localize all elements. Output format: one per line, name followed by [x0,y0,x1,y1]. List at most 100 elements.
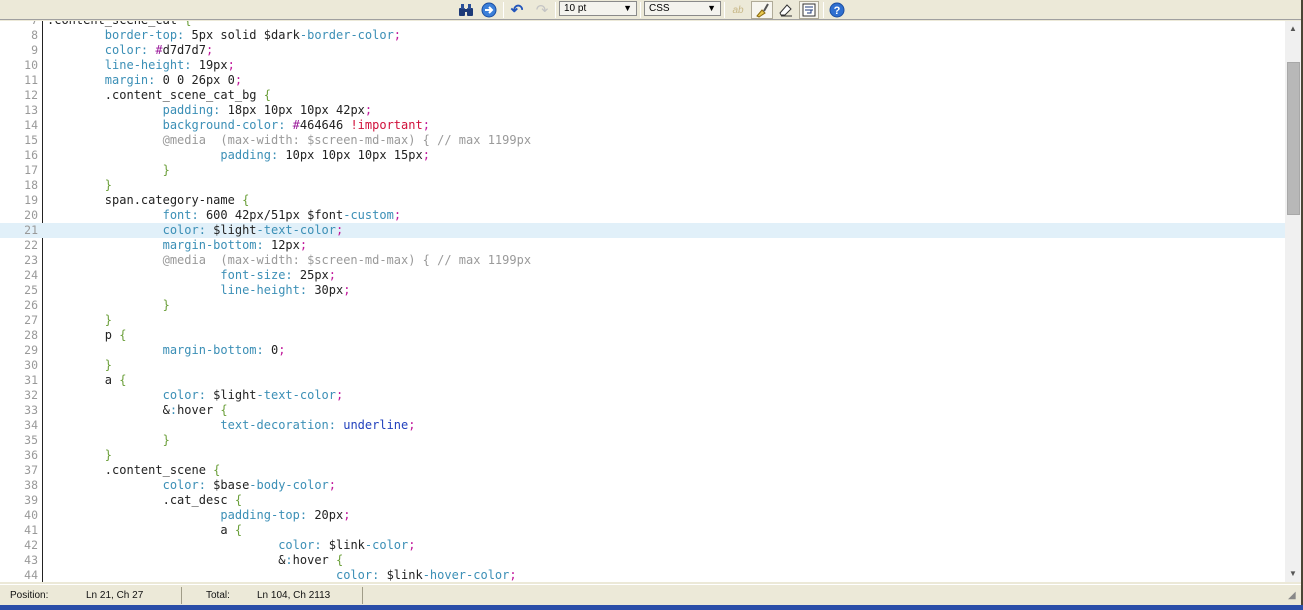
position-value: Ln 21, Ch 27 [86,590,144,601]
code-line[interactable]: 13 padding: 18px 10px 10px 42px; [0,103,1285,118]
code-line[interactable]: 20 font: 600 42px/51px $font-custom; [0,208,1285,223]
spellcheck-icon[interactable]: ab [729,1,747,19]
code-token: 12px [270,238,300,252]
line-number: 25 [24,283,38,297]
code-token: a [220,523,235,537]
code-token: margin-bottom [162,238,257,252]
code-token: .content_scene_cat_bg [104,88,264,102]
code-token: margin [104,73,149,87]
go-to-icon[interactable] [480,1,498,19]
code-token: : [198,223,214,237]
code-line[interactable]: 44 color: $link-hover-color; [0,568,1285,582]
code-line[interactable]: 12 .content_scene_cat_bg { [0,88,1285,103]
code-line[interactable]: 40 padding-top: 20px; [0,508,1285,523]
line-code: margin: 0 0 26px 0; [47,73,242,88]
code-token: font [162,208,192,222]
code-token: : [278,118,293,132]
code-line[interactable]: 27} [0,313,1285,328]
code-line[interactable]: 38 color: $base-body-color; [0,478,1285,493]
code-line[interactable]: 39 .cat_desc { [0,493,1285,508]
code-line[interactable]: 37 .content_scene { [0,463,1285,478]
code-token: padding [220,148,271,162]
code-line[interactable]: 31 a { [0,373,1285,388]
line-code: line-height: 19px; [47,58,235,73]
code-line[interactable]: 24 font-size: 25px; [0,268,1285,283]
code-line[interactable]: 11 margin: 0 0 26px 0; [0,73,1285,88]
code-token: } [104,358,113,372]
eraser-icon[interactable] [776,1,796,19]
code-token: : [299,508,315,522]
code-token: d7d7d7 [162,43,206,57]
code-line[interactable]: 42 color: $link-color; [0,538,1285,553]
code-line[interactable]: 25 line-height: 30px; [0,283,1285,298]
line-code: border-top: 5px solid $dark-border-color… [47,28,401,43]
scrollbar-thumb[interactable] [1287,62,1300,215]
find-binoculars-icon[interactable] [457,1,475,19]
line-number: 20 [24,208,38,222]
code-token: ; [278,343,286,357]
code-line[interactable]: 22 margin-bottom: 12px; [0,238,1285,253]
code-token: $light [213,223,257,237]
line-number: 33 [24,403,38,417]
line-number: 43 [24,553,38,567]
line-number: 13 [24,103,38,117]
line-code: font-size: 25px; [47,268,336,283]
chevron-down-icon: ▼ [623,3,632,13]
code-token: padding [162,103,214,117]
code-line[interactable]: 7 .content_scene_cat { [0,21,1285,28]
position-label: Position: [10,590,49,601]
code-line[interactable]: 9 color: #d7d7d7; [0,43,1285,58]
line-number: 35 [24,433,38,447]
font-size-select[interactable]: 10 pt ▼ [559,1,637,16]
line-code: .content_scene_cat { [47,21,192,28]
line-number: 22 [24,238,38,252]
undo-icon[interactable]: ↶ [508,1,526,19]
code-token: line-height [104,58,185,72]
code-token: -text-color [256,388,337,402]
code-editor[interactable]: 7.content_scene_cat {8 border-top: 5px so… [0,21,1285,582]
vertical-scrollbar[interactable]: ▲ ▼ [1285,21,1301,582]
code-line[interactable]: 26} [0,298,1285,313]
code-line[interactable]: 17} [0,163,1285,178]
code-line[interactable]: 23 @media (max-width: $screen-md-max) { /… [0,253,1285,268]
code-line[interactable]: 29 margin-bottom: 0; [0,343,1285,358]
code-token: ; [336,388,344,402]
code-line[interactable]: 41 a { [0,523,1285,538]
code-line[interactable]: 14 background-color: #464646 !important; [0,118,1285,133]
code-line[interactable]: 18} [0,178,1285,193]
code-token: { [119,328,127,342]
code-line[interactable]: 28 p { [0,328,1285,343]
line-number: 15 [24,133,38,147]
line-number: 44 [24,568,38,582]
redo-icon[interactable]: ↷ [533,1,551,19]
code-token: color [162,478,199,492]
code-line[interactable]: 34 text-decoration: underline; [0,418,1285,433]
format-brush-icon[interactable] [751,1,773,19]
code-token: underline [343,418,409,432]
scroll-up-arrow-icon[interactable]: ▲ [1285,21,1301,37]
code-token: border-top [104,28,178,42]
code-line[interactable]: 8 border-top: 5px solid $dark-border-colo… [0,28,1285,43]
code-token: ; [234,73,243,87]
code-line[interactable]: 21 color: $light-text-color; [0,223,1285,238]
code-line[interactable]: 10 line-height: 19px; [0,58,1285,73]
code-token: 10px 10px 10px 15px [285,148,423,162]
line-code: color: $light-text-color; [47,223,344,238]
code-line[interactable]: 35} [0,433,1285,448]
language-select[interactable]: CSS ▼ [644,1,721,16]
code-line[interactable]: 16 padding: 10px 10px 10px 15px; [0,148,1285,163]
code-line[interactable]: 32 color: $light-text-color; [0,388,1285,403]
code-token: : [140,43,156,57]
code-line[interactable]: 43 &:hover { [0,553,1285,568]
line-number: 27 [24,313,38,327]
word-wrap-icon[interactable] [799,1,819,19]
code-line[interactable]: 19 span.category-name { [0,193,1285,208]
scroll-down-arrow-icon[interactable]: ▼ [1285,566,1301,582]
help-icon[interactable]: ? [828,1,846,19]
code-line[interactable]: 15 @media (max-width: $screen-md-max) { /… [0,133,1285,148]
code-line[interactable]: 36} [0,448,1285,463]
code-line[interactable]: 30} [0,358,1285,373]
resize-grip-icon[interactable]: ◢ [1288,585,1296,606]
line-number: 8 [31,28,38,42]
code-line[interactable]: 33 &:hover { [0,403,1285,418]
